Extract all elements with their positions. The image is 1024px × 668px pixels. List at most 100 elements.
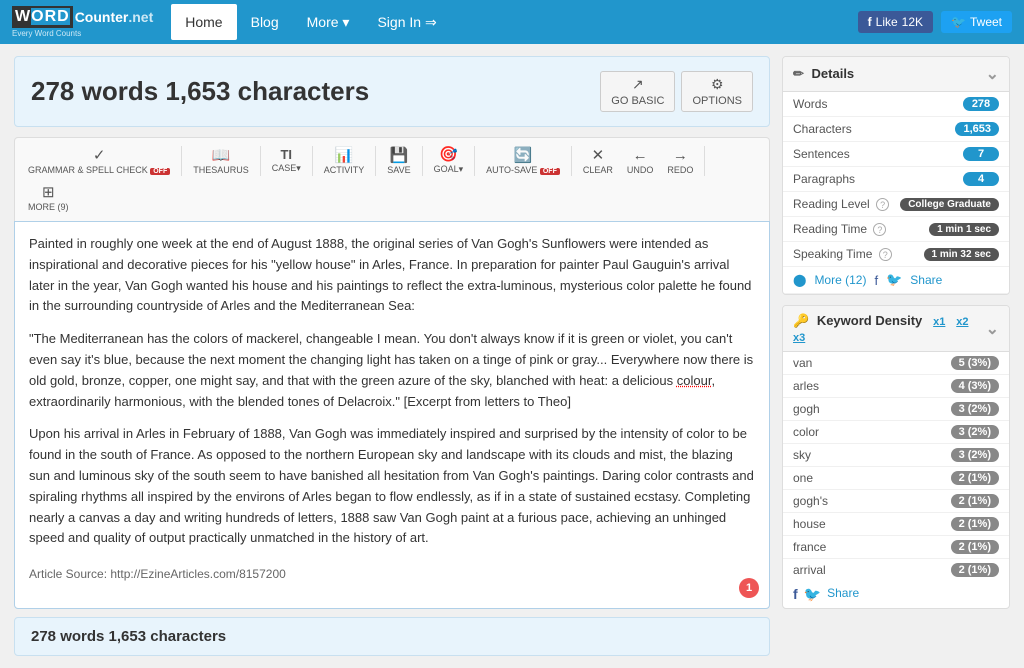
details-title: Details (812, 66, 855, 81)
logo-tagline: Every Word Counts (12, 29, 81, 38)
case-button[interactable]: TI CASE▾ (267, 145, 306, 177)
thesaurus-label: THESAURUS (193, 165, 249, 175)
sentences-label: Sentences (793, 147, 850, 161)
keyword-word: arles (793, 379, 819, 393)
activity-button[interactable]: 📊 ACTIVITY (319, 145, 370, 178)
details-panel-header: ✏ Details ⌄ (783, 57, 1009, 92)
main-nav: Home Blog More ▾ Sign In ⇒ (171, 4, 450, 41)
speaking-time-label: Speaking Time ? (793, 247, 892, 261)
target-icon: 🎯 (439, 147, 458, 162)
kd-facebook-icon[interactable]: f (793, 586, 798, 603)
divider-6 (474, 146, 475, 176)
undo-label: UNDO (627, 165, 654, 175)
paragraph-2: "The Mediterranean has the colors of mac… (29, 329, 755, 412)
right-column: ✏ Details ⌄ Words 278 Characters 1,653 S… (782, 56, 1010, 656)
reading-level-label: Reading Level ? (793, 197, 889, 211)
twitter-share-icon[interactable]: 🐦 (886, 272, 902, 288)
keyword-row: gogh's2 (1%) (783, 490, 1009, 513)
options-label: OPTIONS (692, 95, 742, 107)
detail-paragraphs-row: Paragraphs 4 (783, 167, 1009, 192)
twitter-icon: 🐦 (951, 15, 966, 29)
kd-share-link[interactable]: Share (827, 586, 859, 603)
nav-signin[interactable]: Sign In ⇒ (363, 4, 450, 41)
twitter-tweet-button[interactable]: 🐦 Tweet (941, 11, 1012, 33)
redo-button[interactable]: → REDO (662, 145, 698, 178)
speaking-time-info-icon[interactable]: ? (879, 248, 892, 261)
goal-button[interactable]: 🎯 GOAL▾ (429, 144, 469, 178)
keyword-density-share-row: f 🐦 Share (783, 581, 1009, 608)
autosave-label: AUTO-SAVE OFF (486, 165, 560, 175)
nav-more[interactable]: More ▾ (293, 4, 364, 41)
keyword-row: arrival2 (1%) (783, 559, 1009, 581)
stats-bar: 278 words 1,653 characters ↗ GO BASIC ⚙ … (14, 56, 770, 127)
details-header-left: ✏ Details (793, 66, 854, 82)
options-button[interactable]: ⚙ OPTIONS (681, 71, 753, 112)
nav-blog[interactable]: Blog (237, 4, 293, 40)
kd-twitter-icon[interactable]: 🐦 (804, 586, 821, 603)
kd-x3-button[interactable]: x3 (793, 332, 805, 344)
kd-x1-button[interactable]: x1 (933, 316, 945, 328)
pencil-icon: ✏ (793, 66, 804, 81)
clear-button[interactable]: ✕ CLEAR (578, 145, 618, 178)
keyword-word: color (793, 425, 819, 439)
keyword-word: gogh (793, 402, 820, 416)
autosave-status: OFF (540, 168, 560, 175)
detail-speaking-time-row: Speaking Time ? 1 min 32 sec (783, 242, 1009, 267)
sentences-value: 7 (963, 147, 999, 161)
grammar-label: GRAMMAR & SPELL CHECK OFF (28, 165, 170, 175)
facebook-like-button[interactable]: f Like 12K (858, 11, 933, 33)
undo-button[interactable]: ← UNDO (622, 145, 659, 178)
gear-icon: ⚙ (711, 76, 724, 93)
toggle-icon: ⬤ (793, 273, 806, 287)
main-layout: 278 words 1,653 characters ↗ GO BASIC ⚙ … (0, 44, 1024, 668)
facebook-share-icon[interactable]: f (874, 273, 878, 288)
tw-label: Tweet (970, 15, 1002, 29)
go-basic-label: GO BASIC (611, 95, 664, 107)
save-button[interactable]: 💾 SAVE (382, 145, 415, 178)
keyword-count: 2 (1%) (951, 517, 999, 531)
detail-sentences-row: Sentences 7 (783, 142, 1009, 167)
article-source: Article Source: http://EzineArticles.com… (29, 565, 755, 584)
reading-time-info-icon[interactable]: ? (873, 223, 886, 236)
words-label: Words (793, 97, 827, 111)
keyword-row: color3 (2%) (783, 421, 1009, 444)
detail-characters-row: Characters 1,653 (783, 117, 1009, 142)
details-collapse-button[interactable]: ⌄ (986, 64, 999, 84)
reading-level-info-icon[interactable]: ? (876, 198, 889, 211)
nav-home[interactable]: Home (171, 4, 236, 40)
keyword-row: van5 (3%) (783, 352, 1009, 375)
bottom-stats-bar: 278 words 1,653 characters (14, 617, 770, 656)
facebook-icon: f (868, 15, 872, 29)
divider-2 (260, 146, 261, 176)
characters-label: Characters (793, 122, 852, 136)
spell-check-word: colour (677, 373, 712, 388)
keyword-row: gogh 3 (2%) (783, 398, 1009, 421)
speaking-time-value: 1 min 32 sec (924, 248, 999, 261)
kd-x2-button[interactable]: x2 (956, 316, 968, 328)
paragraph-3: Upon his arrival in Arles in February of… (29, 424, 755, 549)
keyword-count: 3 (2%) (951, 402, 999, 416)
paragraph-1: Painted in roughly one week at the end o… (29, 234, 755, 317)
detail-words-row: Words 278 (783, 92, 1009, 117)
keyword-word: one (793, 471, 813, 485)
toolbar: ✓ GRAMMAR & SPELL CHECK OFF 📖 THESAURUS … (14, 137, 770, 221)
keyword-density-collapse-button[interactable]: ⌄ (986, 319, 999, 339)
go-basic-button[interactable]: ↗ GO BASIC (600, 71, 675, 112)
goal-label: GOAL▾ (434, 164, 464, 175)
more-button[interactable]: ⊞ MORE (9) (23, 182, 74, 215)
grammar-spell-check-button[interactable]: ✓ GRAMMAR & SPELL CHECK OFF (23, 145, 175, 178)
divider-4 (375, 146, 376, 176)
thesaurus-button[interactable]: 📖 THESAURUS (188, 145, 254, 178)
redo-label: REDO (667, 165, 693, 175)
keyword-row: house2 (1%) (783, 513, 1009, 536)
clear-icon: ✕ (592, 148, 605, 163)
text-editor[interactable]: Painted in roughly one week at the end o… (14, 221, 770, 609)
keyword-count: 2 (1%) (951, 494, 999, 508)
grammar-text: GRAMMAR & SPELL CHECK (28, 165, 148, 175)
details-more-link[interactable]: More (12) (814, 273, 866, 287)
reading-level-value: College Graduate (900, 198, 999, 211)
autosave-button[interactable]: 🔄 AUTO-SAVE OFF (481, 145, 565, 178)
details-share-link[interactable]: Share (910, 273, 942, 287)
keyword-row: sky3 (2%) (783, 444, 1009, 467)
details-panel: ✏ Details ⌄ Words 278 Characters 1,653 S… (782, 56, 1010, 295)
